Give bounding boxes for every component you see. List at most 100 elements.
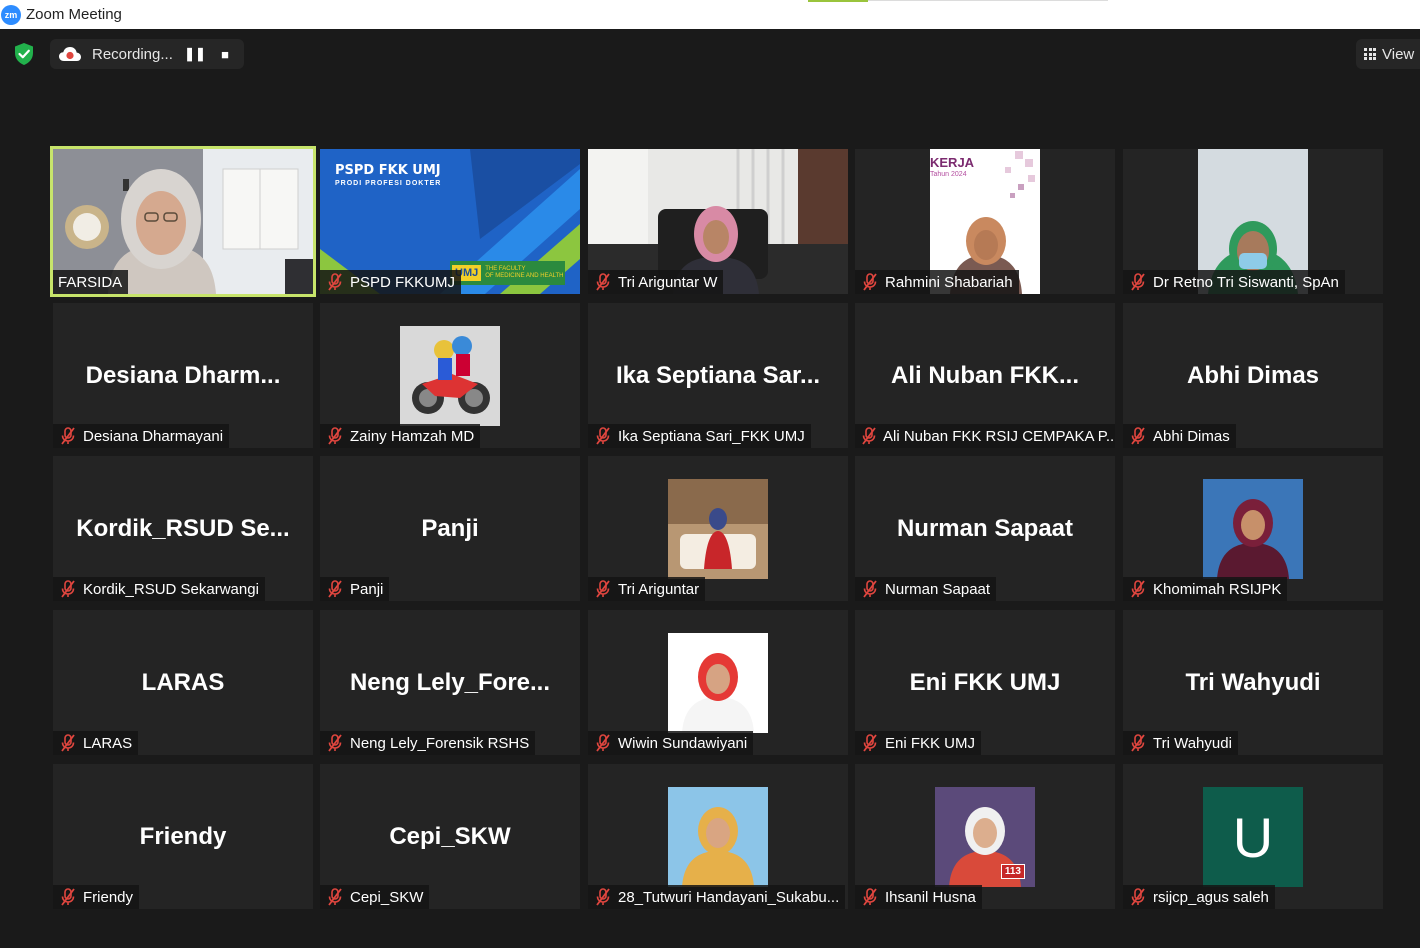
muted-mic-icon [861, 734, 879, 752]
participant-label-text: Ika Septiana Sari_FKK UMJ [618, 427, 805, 445]
participant-tile[interactable]: Desiana Dharm... Desiana Dharmayani [53, 303, 313, 448]
participant-label-text: Neng Lely_Forensik RSHS [350, 734, 530, 752]
participant-display-name: Neng Lely_Fore... [349, 668, 551, 696]
participant-tile[interactable]: Dr Retno Tri Siswanti, SpAn [1123, 149, 1383, 294]
participant-display-name: Friendy [139, 822, 227, 850]
view-button[interactable]: View [1356, 39, 1420, 69]
participant-name-label: Friendy [53, 885, 140, 909]
banner-subtitle: PRODI PROFESI DOKTER [335, 180, 442, 187]
participant-label-text: Nurman Sapaat [885, 580, 991, 598]
participant-tile[interactable]: Tri Ariguntar [588, 456, 848, 601]
participant-name-label: rsijcp_agus saleh [1123, 885, 1275, 909]
participant-label-text: Panji [350, 580, 384, 598]
participant-tile[interactable]: LARAS LARAS [53, 610, 313, 755]
participant-tile[interactable]: Tri Ariguntar W [588, 149, 848, 294]
muted-mic-icon [594, 888, 612, 906]
participant-tile[interactable]: 113 Ihsanil Husna [855, 764, 1115, 909]
participant-tile[interactable]: Zainy Hamzah MD [320, 303, 580, 448]
muted-mic-icon [1129, 427, 1147, 445]
participant-name-label: Wiwin Sundawiyani [588, 731, 754, 755]
participant-display-name: Panji [421, 514, 479, 542]
participant-name-label: Khomimah RSIJPK [1123, 577, 1288, 601]
participant-display-name: Desiana Dharm... [85, 361, 281, 389]
participant-label-text: PSPD FKKUMJ [350, 273, 456, 291]
participant-tile[interactable]: Neng Lely_Fore... Neng Lely_Forensik RSHS [320, 610, 580, 755]
muted-mic-icon [59, 734, 77, 752]
title-accent [808, 0, 868, 2]
muted-mic-icon [1129, 734, 1147, 752]
participant-tile[interactable]: Ali Nuban FKK... Ali Nuban FKK RSIJ CEMPA… [855, 303, 1115, 448]
participant-display-name: Nurman Sapaat [896, 514, 1074, 542]
banner-logo: UMJ THE FACULTY OF MEDICINE AND HEALTH [450, 261, 565, 285]
avatar-image [400, 326, 500, 426]
participant-name-label: Ika Septiana Sari_FKK UMJ [588, 424, 811, 448]
participant-name-label: Zainy Hamzah MD [320, 424, 481, 448]
participant-name-label: Panji [320, 577, 390, 601]
stop-recording-button[interactable]: ■ [210, 47, 240, 62]
view-label: View [1382, 45, 1415, 63]
participant-label-text: Abhi Dimas [1153, 427, 1230, 445]
poster-title: KERJA [930, 155, 975, 170]
participant-label-text: Desiana Dharmayani [83, 427, 224, 445]
participant-tile[interactable]: Khomimah RSIJPK [1123, 456, 1383, 601]
participant-name-label: PSPD FKKUMJ [320, 270, 462, 294]
muted-mic-icon [1129, 888, 1147, 906]
participant-name-label: Dr Retno Tri Siswanti, SpAn [1123, 270, 1345, 294]
participant-tile[interactable]: FARSIDA [50, 146, 316, 297]
participant-tile[interactable]: PSPD FKK UMJ PRODI PROFESI DOKTER UMJ THE F… [320, 149, 580, 294]
participant-label-text: Cepi_SKW [350, 888, 424, 906]
cloud-recording-icon [58, 45, 82, 63]
muted-mic-icon [594, 273, 612, 291]
muted-mic-icon [861, 427, 877, 445]
participant-display-name: Cepi_SKW [389, 822, 511, 850]
muted-mic-icon [1129, 580, 1147, 598]
grid-view-icon [1364, 48, 1376, 60]
muted-mic-icon [594, 734, 612, 752]
participant-label-text: Tri Wahyudi [1153, 734, 1232, 752]
participant-display-name: Kordik_RSUD Se... [76, 514, 290, 542]
participant-name-label: FARSIDA [53, 270, 129, 294]
participant-tile[interactable]: Ika Septiana Sar... Ika Septiana Sari_FKK… [588, 303, 848, 448]
muted-mic-icon [326, 273, 344, 291]
participant-label-text: Wiwin Sundawiyani [618, 734, 748, 752]
avatar-image: 113 [935, 787, 1035, 887]
pause-recording-button[interactable]: ❚❚ [180, 46, 210, 62]
participant-tile[interactable]: KERJA Tahun 2024 Rahmini Shabariah [855, 149, 1115, 294]
title-bar: zm Zoom Meeting [0, 0, 1420, 29]
participant-tile[interactable]: 28_Tutwuri Handayani_Sukabu... [588, 764, 848, 909]
shield-icon[interactable] [10, 40, 38, 68]
participant-tile[interactable]: Abhi Dimas Abhi Dimas [1123, 303, 1383, 448]
participant-label-text: 28_Tutwuri Handayani_Sukabu... [618, 888, 840, 906]
participant-name-label: Kordik_RSUD Sekarwangi [53, 577, 265, 601]
muted-mic-icon [326, 734, 344, 752]
participant-label-text: Zainy Hamzah MD [350, 427, 475, 445]
muted-mic-icon [1129, 273, 1147, 291]
avatar-image [668, 633, 768, 733]
campaign-number-badge: 113 [1000, 864, 1025, 879]
participant-name-label: Cepi_SKW [320, 885, 430, 909]
participant-display-name: Ali Nuban FKK... [891, 361, 1079, 389]
muted-mic-icon [326, 888, 344, 906]
participant-name-label: Abhi Dimas [1123, 424, 1236, 448]
participant-tile[interactable]: Ursijcp_agus saleh [1123, 764, 1383, 909]
participant-label-text: Tri Ariguntar [618, 580, 700, 598]
participant-tile[interactable]: Eni FKK UMJ Eni FKK UMJ [855, 610, 1115, 755]
participant-tile[interactable]: Friendy Friendy [53, 764, 313, 909]
participant-label-text: Dr Retno Tri Siswanti, SpAn [1153, 273, 1339, 291]
participant-name-label: Ihsanil Husna [855, 885, 982, 909]
participant-label-text: Ali Nuban FKK RSIJ CEMPAKA P... [883, 427, 1115, 445]
participant-tile[interactable]: Tri Wahyudi Tri Wahyudi [1123, 610, 1383, 755]
avatar-image [1203, 479, 1303, 579]
title-divider [868, 0, 1108, 1]
participant-display-name: Eni FKK UMJ [909, 668, 1061, 696]
avatar-letter: U [1203, 787, 1303, 887]
participant-name-label: Tri Ariguntar [588, 577, 706, 601]
participant-tile[interactable]: Cepi_SKW Cepi_SKW [320, 764, 580, 909]
participant-tile[interactable]: Wiwin Sundawiyani [588, 610, 848, 755]
participant-tile[interactable]: Kordik_RSUD Se... Kordik_RSUD Sekarwangi [53, 456, 313, 601]
participant-label-text: LARAS [83, 734, 133, 752]
participant-display-name: Tri Wahyudi [1185, 668, 1321, 696]
participant-tile[interactable]: Panji Panji [320, 456, 580, 601]
participant-tile[interactable]: Nurman Sapaat Nurman Sapaat [855, 456, 1115, 601]
participant-label-text: Friendy [83, 888, 134, 906]
